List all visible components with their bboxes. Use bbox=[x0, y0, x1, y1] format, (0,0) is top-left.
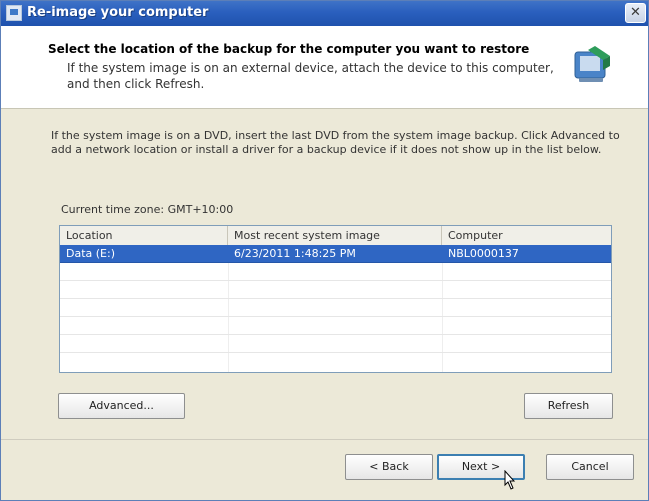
close-button[interactable]: ✕ bbox=[625, 3, 646, 23]
timezone-label: Current time zone: GMT+10:00 bbox=[61, 203, 234, 216]
header-description: If the system image is on an external de… bbox=[67, 61, 554, 91]
table-row-empty bbox=[60, 263, 611, 281]
table-row-empty bbox=[60, 281, 611, 299]
header-panel: Select the location of the backup for th… bbox=[1, 26, 648, 109]
window-title: Re-image your computer bbox=[27, 5, 209, 20]
page-title: Select the location of the backup for th… bbox=[48, 42, 530, 56]
backup-device-icon bbox=[574, 46, 610, 82]
table-row-selected[interactable]: Data (E:) 6/23/2011 1:48:25 PM NBL000013… bbox=[60, 245, 611, 263]
list-header: Location Most recent system image Comput… bbox=[60, 226, 611, 246]
reimage-dialog: Re-image your computer ✕ Select the loca… bbox=[0, 0, 649, 501]
column-header-recent-image[interactable]: Most recent system image bbox=[228, 226, 442, 245]
advanced-button[interactable]: Advanced... bbox=[58, 393, 185, 419]
backup-location-list[interactable]: Location Most recent system image Comput… bbox=[59, 225, 612, 373]
title-bar[interactable]: Re-image your computer ✕ bbox=[1, 1, 648, 26]
instructions-text: If the system image is on a DVD, insert … bbox=[51, 129, 620, 156]
refresh-button[interactable]: Refresh bbox=[524, 393, 613, 419]
window-app-icon bbox=[6, 5, 22, 21]
table-row-empty bbox=[60, 335, 611, 353]
table-row-empty bbox=[60, 299, 611, 317]
cell-computer: NBL0000137 bbox=[448, 247, 519, 260]
cell-image-date: 6/23/2011 1:48:25 PM bbox=[234, 247, 356, 260]
cell-location: Data (E:) bbox=[66, 247, 116, 260]
back-button[interactable]: < Back bbox=[345, 454, 433, 480]
mouse-pointer-icon bbox=[504, 470, 516, 490]
column-header-location[interactable]: Location bbox=[60, 226, 228, 245]
cancel-button[interactable]: Cancel bbox=[546, 454, 634, 480]
table-row-empty bbox=[60, 317, 611, 335]
column-header-computer[interactable]: Computer bbox=[442, 226, 611, 245]
footer-divider bbox=[1, 439, 648, 440]
